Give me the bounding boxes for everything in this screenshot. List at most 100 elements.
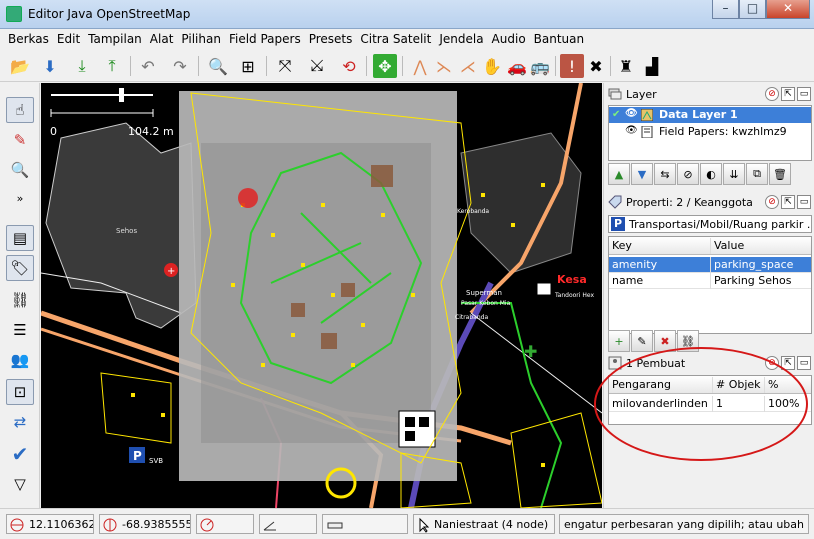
data-layer-icon (641, 109, 653, 121)
redo-icon[interactable]: ↷ (168, 54, 192, 78)
combine-way-icon[interactable]: ⤩ (305, 54, 329, 78)
open-file-icon[interactable]: 📂 (8, 54, 32, 78)
menu-audio[interactable]: Audio (488, 29, 530, 49)
download-icon[interactable]: ⤓ (70, 54, 94, 78)
menu-field-papers[interactable]: Field Papers (225, 29, 305, 49)
menu-edit[interactable]: Edit (53, 29, 84, 49)
close-panel-icon[interactable]: ⊘ (765, 87, 779, 101)
relation-member-icon[interactable]: ⛓ (677, 330, 699, 352)
table-row[interactable]: amenity parking_space (609, 257, 811, 273)
menu-tampilan[interactable]: Tampilan (84, 29, 146, 49)
close-panel-icon[interactable]: ⊘ (765, 195, 779, 209)
layer-row-field-papers[interactable]: 👁 Field Papers: kwzhlmz9 (609, 124, 811, 140)
conflict-icon[interactable]: ⇄ (6, 409, 34, 435)
factory-icon[interactable]: ▟ (640, 54, 664, 78)
add-tag-icon[interactable]: + (608, 330, 630, 352)
column-author[interactable]: Pengarang (609, 377, 713, 393)
move-down-icon[interactable]: ▼ (631, 163, 653, 185)
relation-icon[interactable]: ⛓ (6, 287, 34, 313)
draw-mode-icon[interactable]: ✎ (6, 127, 34, 153)
undo-icon[interactable]: ↶ (136, 54, 160, 78)
longitude-field: -68.9385555 (99, 514, 191, 534)
table-row[interactable]: name Parking Sehos (609, 273, 811, 289)
merge-icon[interactable]: ⇊ (723, 163, 745, 185)
bus-icon[interactable]: 🚌 (528, 54, 552, 78)
minimize-panel-icon[interactable]: ▭ (797, 195, 811, 209)
castle-icon[interactable]: ♜ (614, 54, 638, 78)
map-canvas[interactable]: + ✚ P Sehos Superman Pasar Kebon Mia Cit… (41, 83, 602, 508)
filter-icon[interactable]: ▽ (6, 471, 34, 497)
tags-table[interactable]: Key Value amenity parking_space name Par… (608, 236, 812, 334)
column-key[interactable]: Key (609, 238, 711, 254)
close-panel-icon[interactable]: ⊘ (765, 356, 779, 370)
user-icon[interactable]: 👥 (6, 347, 34, 373)
more-tools-icon[interactable]: » (6, 185, 34, 211)
select-mode-icon[interactable]: ☝ (6, 97, 34, 123)
layers-panel-icon[interactable]: ▤ (6, 225, 34, 251)
minimize-panel-icon[interactable]: ▭ (797, 87, 811, 101)
hand-icon[interactable]: ✋ (480, 54, 504, 78)
map-view[interactable]: + ✚ P Sehos Superman Pasar Kebon Mia Cit… (41, 83, 602, 508)
upload-icon[interactable]: ⤒ (100, 54, 124, 78)
reverse-way-icon[interactable]: ⟲ (337, 54, 361, 78)
scale-start: 0 (50, 125, 57, 138)
layers-icon (608, 88, 622, 100)
car-icon[interactable]: 🚗 (505, 54, 529, 78)
menu-bantuan[interactable]: Bantuan (530, 29, 588, 49)
label-sehos: Sehos (116, 227, 137, 235)
column-count[interactable]: # Objek (713, 377, 765, 393)
authors-icon[interactable]: ⊡ (6, 379, 34, 405)
minimize-panel-icon[interactable]: ▭ (797, 356, 811, 370)
opacity-icon[interactable]: ◐ (700, 163, 722, 185)
green-way-2 (461, 302, 563, 508)
close-button[interactable]: ✕ (766, 0, 810, 19)
delete-tag-icon[interactable]: ✖ (654, 330, 676, 352)
detach-panel-icon[interactable]: ⇱ (781, 356, 795, 370)
menu-bar: Berkas Edit Tampilan Alat Pilihan Field … (0, 29, 814, 49)
open-location-icon[interactable]: ⬇ (38, 54, 62, 78)
detach-panel-icon[interactable]: ⇱ (781, 195, 795, 209)
tools-icon[interactable]: ✖ (584, 54, 608, 78)
menu-presets[interactable]: Presets (305, 29, 357, 49)
zoom-fit-icon[interactable]: ✥ (373, 54, 397, 78)
detach-panel-icon[interactable]: ⇱ (781, 87, 795, 101)
authors-table[interactable]: Pengarang # Objek % milovanderlinden 1 1… (608, 375, 812, 425)
tags-panel-icon[interactable]: 🏷 (6, 255, 34, 281)
column-percent[interactable]: % (765, 377, 811, 393)
selection-list-icon[interactable]: ☰ (6, 317, 34, 343)
validation-icon[interactable]: ✔ (6, 441, 34, 467)
menu-citra-satelit[interactable]: Citra Satelit (356, 29, 435, 49)
column-value[interactable]: Value (711, 238, 811, 254)
layer-panel-header[interactable]: Layer ⊘ ⇱ ▭ (604, 84, 814, 104)
layer-row-data[interactable]: ✔ 👁 Data Layer 1 (609, 107, 811, 123)
search-object-icon[interactable]: ⊞ (236, 54, 260, 78)
split-way-icon[interactable]: ⤧ (273, 54, 297, 78)
activate-layer-icon[interactable]: ⇆ (654, 163, 676, 185)
table-row[interactable]: milovanderlinden 1 100% (609, 396, 811, 412)
menu-jendela[interactable]: Jendela (435, 29, 487, 49)
properties-panel-header[interactable]: Properti: 2 / Keanggota ⊘ ⇱ ▭ (604, 192, 814, 212)
building-east (460, 132, 582, 274)
minimize-button[interactable]: – (712, 0, 739, 19)
edit-tag-icon[interactable]: ✎ (631, 330, 653, 352)
orthogonalize-icon[interactable]: ⋌ (456, 54, 480, 78)
duplicate-icon[interactable]: ⧉ (746, 163, 768, 185)
heading-field (196, 514, 254, 534)
toggle-visibility-icon[interactable]: ⊘ (677, 163, 699, 185)
zoom-mode-icon[interactable]: 🔍 (6, 157, 34, 183)
delete-layer-icon[interactable]: 🗑 (769, 163, 791, 185)
preset-type[interactable]: P Transportasi/Mobil/Ruang parkir ... (608, 215, 812, 233)
align-line-icon[interactable]: ⋋ (432, 54, 456, 78)
menu-pilihan[interactable]: Pilihan (177, 29, 225, 49)
menu-berkas[interactable]: Berkas (4, 29, 53, 49)
warning-icon[interactable]: ! (560, 54, 584, 78)
maximize-button[interactable]: □ (739, 0, 766, 19)
svg-text:+: + (167, 266, 175, 277)
align-circle-icon[interactable]: ⋀ (408, 54, 432, 78)
menu-alat[interactable]: Alat (146, 29, 178, 49)
preferences-icon[interactable]: 🔍 (206, 54, 230, 78)
move-up-icon[interactable]: ▲ (608, 163, 630, 185)
authors-panel-header[interactable]: 1 Pembuat ⊘ ⇱ ▭ (604, 353, 814, 373)
layer-list[interactable]: ✔ 👁 Data Layer 1 👁 Field Papers: kwzhlmz… (608, 105, 812, 161)
heading-icon (200, 518, 214, 532)
